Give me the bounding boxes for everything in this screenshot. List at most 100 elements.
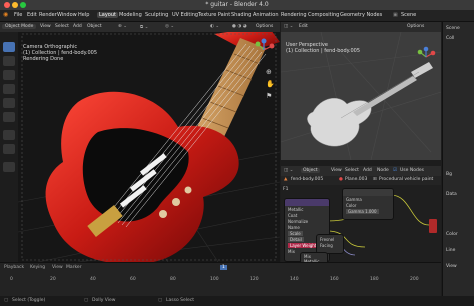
navigation-gizmo-icon[interactable]	[252, 38, 276, 62]
scene-selector[interactable]: Scene	[401, 12, 416, 18]
viewport-info-status: Rendering Done	[23, 56, 64, 62]
node-left-row[interactable]: Scale	[288, 231, 303, 236]
node-right[interactable]: Gamma Color Gamma 1.000	[343, 189, 393, 219]
timeline-playback-menu[interactable]: Playback	[4, 265, 24, 270]
node-right-row: Color	[346, 203, 357, 208]
node-object-name[interactable]: fend-body.005	[291, 177, 323, 182]
menu-help[interactable]: Help	[78, 12, 89, 18]
node-left-row: Metallic	[288, 207, 304, 212]
right-navigation-gizmo-icon[interactable]	[415, 46, 437, 68]
menu-file[interactable]: File	[14, 12, 22, 18]
move-tool-icon[interactable]	[3, 70, 15, 80]
output-node-icon[interactable]	[429, 219, 437, 233]
blender-logo-icon[interactable]: ◉	[3, 11, 8, 18]
shading-icon[interactable]: ● ◑ ◕	[232, 24, 247, 29]
tab-sculpting[interactable]: Sculpting	[143, 12, 170, 18]
node-object-selector[interactable]: Object	[301, 168, 320, 173]
node-editor-canvas[interactable]: F1 Metallic Coat Normalize Name Scale De…	[281, 185, 441, 265]
measure-tool-icon[interactable]	[3, 144, 15, 154]
scale-tool-icon[interactable]	[3, 98, 15, 108]
proportional-edit-icon[interactable]: ◎ ⌄	[165, 24, 174, 29]
outliner-item[interactable]: Scene	[446, 26, 460, 31]
camera-view-icon[interactable]: ⚑	[266, 92, 272, 100]
timeline-tick: 140	[290, 277, 299, 282]
material-name-field[interactable]: Plane.003	[345, 177, 367, 182]
tab-rendering[interactable]: Rendering	[279, 12, 309, 18]
right-viewport[interactable]: User Perspective (1) Collection | fend-b…	[281, 32, 441, 160]
tab-animation[interactable]: Animation	[251, 12, 281, 18]
mouse-left-icon: ▢	[4, 298, 9, 303]
rotate-tool-icon[interactable]	[3, 84, 15, 94]
right-viewport-header: ◫ ⌄ Edit Options	[281, 22, 441, 32]
timeline-marker-menu[interactable]: Marker	[66, 265, 82, 270]
menu-add[interactable]: Add	[73, 24, 82, 29]
menu-bar: ◉ File Edit Render Window Help Layout Mo…	[0, 10, 474, 22]
current-frame-field[interactable]: 1	[220, 265, 227, 270]
cursor-tool-icon[interactable]	[3, 56, 15, 66]
menu-render[interactable]: Render	[39, 12, 57, 18]
timeline-tick: 20	[50, 277, 56, 282]
snap-icon[interactable]: ⧉ ⌄	[140, 24, 148, 30]
menu-object[interactable]: Object	[87, 24, 102, 29]
node-right-row[interactable]: Gamma 1.000	[346, 209, 379, 214]
properties-item[interactable]: Color	[446, 232, 458, 237]
overlay-icon[interactable]: ◐ ⌄	[210, 24, 219, 29]
properties-item[interactable]: Line	[446, 248, 455, 253]
menu-edit[interactable]: Edit	[27, 12, 37, 18]
annotate-tool-icon[interactable]	[3, 130, 15, 140]
menu-window[interactable]: Window	[57, 12, 77, 18]
node-editor-type-icon[interactable]: ◫ ⌄	[284, 168, 293, 173]
node-small1-row: Fresnel	[320, 237, 335, 242]
properties-item[interactable]: View	[446, 264, 457, 269]
node-tree-name[interactable]: Procedural vehicle paint	[379, 177, 433, 182]
tab-texture-paint[interactable]: Texture Paint	[196, 12, 232, 18]
global-transform-icon[interactable]: ⊕ ⌄	[118, 24, 127, 29]
node-menu-select[interactable]: Select	[345, 168, 359, 173]
menu-view[interactable]: View	[40, 24, 51, 29]
node-small-1[interactable]: Fresnel Facing	[317, 235, 343, 253]
node-left-row[interactable]: Detail	[288, 237, 304, 242]
use-nodes-checkbox-icon[interactable]: ☑	[393, 168, 397, 173]
select-box-tool-icon[interactable]	[3, 42, 15, 52]
node-left-row: Coat	[288, 213, 298, 218]
node-menu-node[interactable]: Node	[377, 168, 389, 173]
pan-hand-icon[interactable]: ✋	[266, 80, 275, 88]
add-cube-tool-icon[interactable]	[3, 162, 15, 172]
transform-tool-icon[interactable]	[3, 112, 15, 122]
timeline-tick: 200	[410, 277, 419, 282]
tab-geometry-nodes[interactable]: Geometry Nodes	[338, 12, 384, 18]
node-menu-add[interactable]: Add	[363, 168, 372, 173]
node-left-row: Mix	[288, 249, 295, 254]
timeline-tick: 60	[130, 277, 136, 282]
node-editor-header: ◫ ⌄ Object View Select Add Node ☑ Use No…	[281, 166, 441, 176]
timeline-tick: 0	[10, 277, 13, 282]
node-left-header	[285, 199, 329, 206]
tab-shading[interactable]: Shading	[229, 12, 253, 18]
timeline-keying-menu[interactable]: Keying	[30, 265, 45, 270]
mode-selector[interactable]: Object Mode	[2, 24, 37, 29]
properties-item[interactable]: Bg	[446, 172, 452, 177]
timeline-panel[interactable]: Playback Keying View Marker 1 0 20 40 60…	[0, 262, 441, 297]
right-menu-edit[interactable]: Edit	[299, 24, 308, 29]
menu-select[interactable]: Select	[55, 24, 69, 29]
node-menu-view[interactable]: View	[331, 168, 342, 173]
zoom-icon[interactable]: ⊕	[266, 68, 272, 76]
tab-modeling[interactable]: Modeling	[117, 12, 144, 18]
options-dropdown[interactable]: Options	[256, 24, 273, 29]
outliner-panel: Scene Coll Bg Data Color Line View	[442, 22, 474, 306]
timeline-view-menu[interactable]: View	[52, 265, 63, 270]
tab-layout[interactable]: Layout	[97, 12, 118, 18]
window-title: * guitar - Blender 4.0	[205, 1, 269, 8]
status-hint-select: Select (Toggle)	[12, 298, 46, 303]
node-right-row: Gamma	[346, 197, 362, 202]
node-tree-icon: ⊞	[373, 177, 377, 182]
editor-type-icon[interactable]: ◫ ⌄	[284, 24, 293, 29]
properties-item[interactable]: Data	[446, 192, 457, 197]
status-hint-dolly: Dolly View	[92, 298, 116, 303]
viewport-header: Object Mode View Select Add Object ⊕ ⌄ ⧉…	[0, 22, 280, 32]
main-viewport[interactable]: Camera Orthographic (1) Collection | fen…	[18, 32, 280, 262]
right-options-dropdown[interactable]: Options	[407, 24, 424, 29]
tab-compositing[interactable]: Compositing	[306, 12, 341, 18]
node-left-row[interactable]: Layer Weight	[288, 243, 319, 248]
outliner-item[interactable]: Coll	[446, 36, 454, 41]
